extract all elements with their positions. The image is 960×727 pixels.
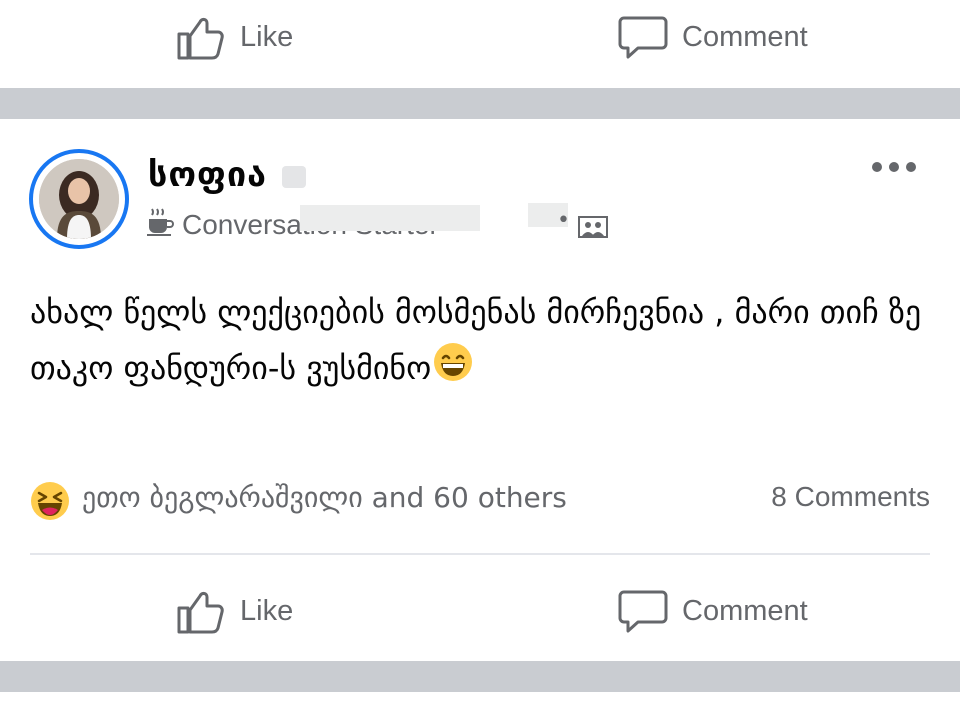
post-body-text: ახალ წელს ლექციების მოსმენას მირჩევნია ,… bbox=[30, 293, 922, 387]
coffee-cup-icon bbox=[146, 207, 174, 244]
meta-separator: • bbox=[557, 208, 570, 233]
reactions-summary[interactable]: ეთო ბეგლარაშვილი and 60 others 8 Comment… bbox=[30, 479, 930, 523]
comment-label: Comment bbox=[682, 594, 808, 627]
like-thumb-icon bbox=[176, 588, 226, 634]
like-label: Like bbox=[240, 20, 294, 53]
author-avatar-ring[interactable] bbox=[29, 149, 129, 249]
avatar[interactable] bbox=[39, 159, 119, 239]
dot bbox=[889, 162, 899, 172]
comments-count[interactable]: 8 Comments bbox=[771, 481, 930, 513]
grinning-emoji-icon bbox=[433, 342, 473, 399]
like-label: Like bbox=[240, 594, 294, 627]
reactions-text[interactable]: ეთო ბეგლარაშვილი and 60 others bbox=[82, 481, 567, 514]
feed-divider bbox=[0, 661, 960, 692]
laughing-emoji-icon bbox=[30, 481, 70, 525]
like-button[interactable]: Like bbox=[176, 583, 293, 639]
post-action-bar: Like Comment bbox=[0, 555, 960, 661]
like-button[interactable]: Like bbox=[176, 12, 293, 62]
feed-divider bbox=[0, 88, 960, 119]
comment-button[interactable]: Comment bbox=[618, 12, 808, 62]
comment-bubble-icon bbox=[618, 14, 668, 60]
redacted-name-blur bbox=[282, 166, 306, 188]
comment-bubble-icon bbox=[618, 588, 668, 634]
like-thumb-icon bbox=[176, 14, 226, 60]
dot bbox=[906, 162, 916, 172]
group-icon bbox=[578, 214, 608, 242]
more-dots-icon[interactable] bbox=[872, 157, 916, 177]
comment-label: Comment bbox=[682, 20, 808, 53]
redacted-badge-blur bbox=[300, 205, 480, 231]
comment-button[interactable]: Comment bbox=[618, 583, 808, 639]
author-name[interactable]: სოფია bbox=[148, 155, 267, 195]
post-body: ახალ წელს ლექციების მოსმენას მირჩევნია ,… bbox=[30, 284, 930, 399]
previous-post-action-bar: Like Comment bbox=[0, 0, 960, 88]
dot bbox=[872, 162, 882, 172]
